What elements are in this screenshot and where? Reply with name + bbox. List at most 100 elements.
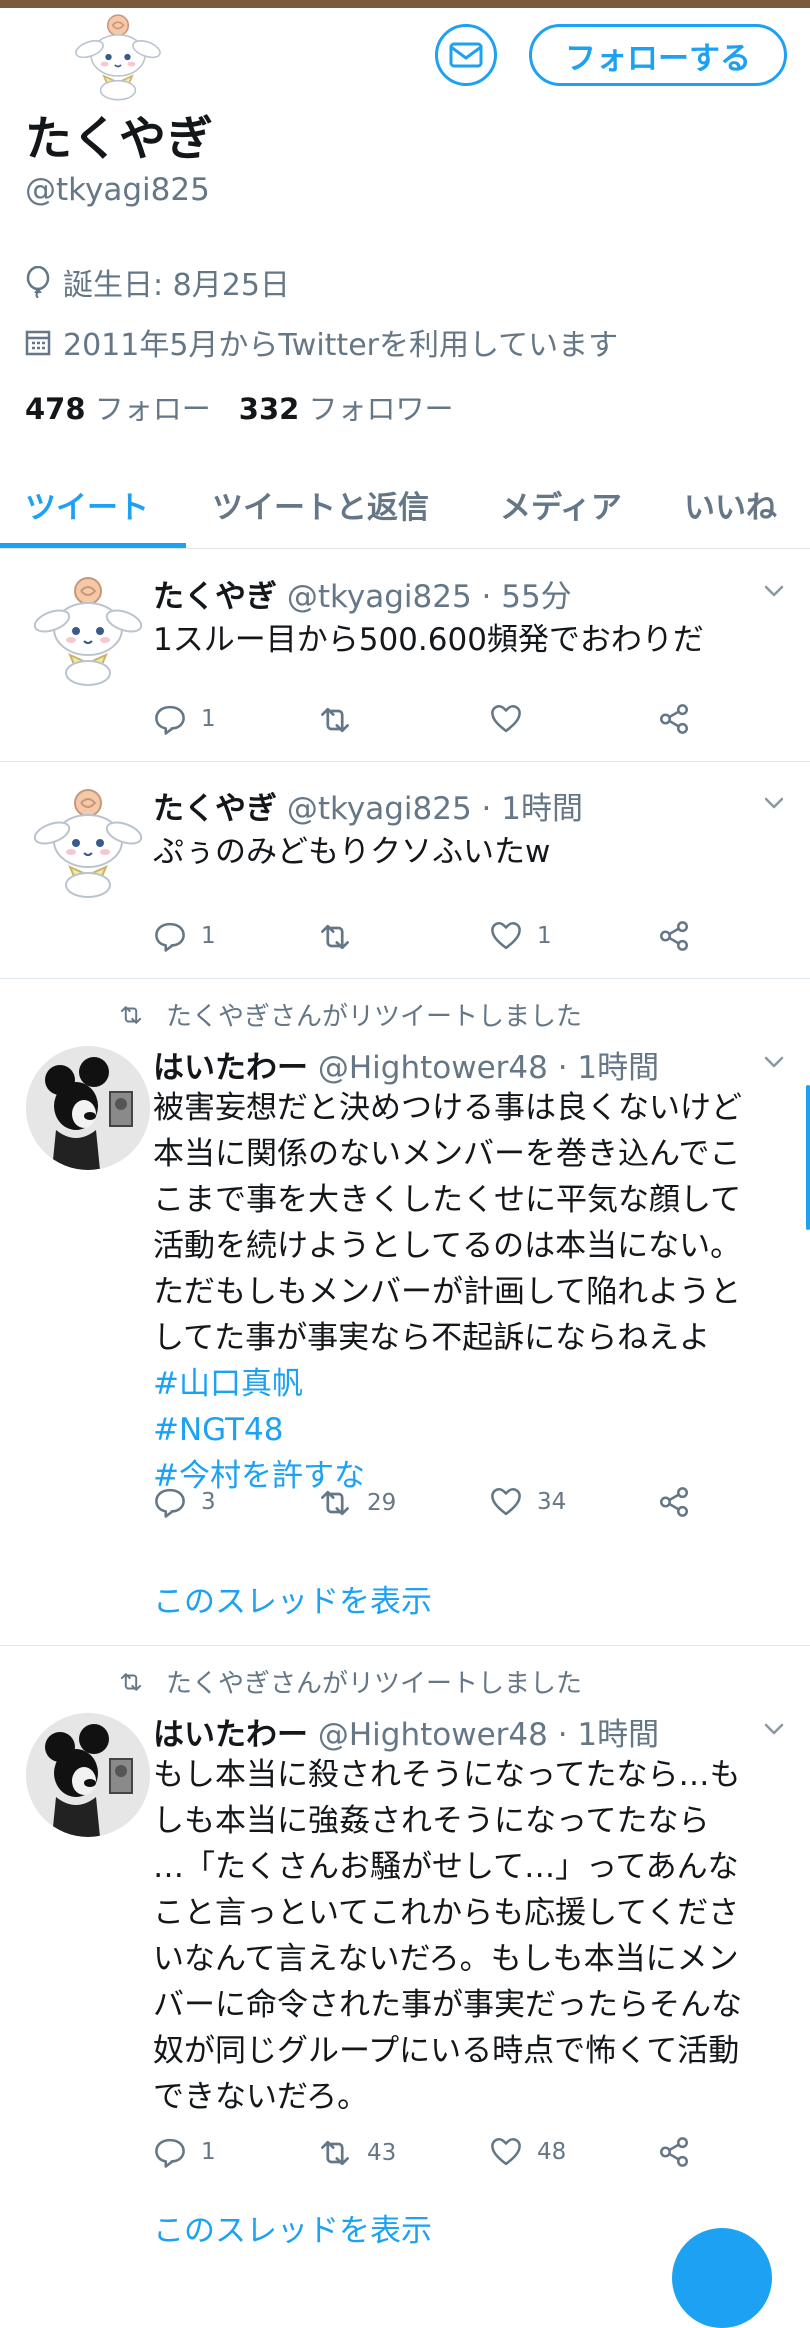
- mail-icon: [449, 42, 483, 68]
- tweet-text-line: 奴が同じグループにいる時点で怖くて活動: [153, 2033, 740, 2069]
- tweet-actions: 3 29 34: [153, 1485, 713, 1525]
- tweet-item[interactable]: たくやぎ @tkyagi825 · 1時間 ぷぅのみどもりクソふいたw 1 1: [0, 761, 810, 979]
- chevron-down-icon[interactable]: [762, 791, 786, 815]
- joined-row: 2011年5月からTwitterを利用しています: [25, 320, 618, 364]
- tweet-header: たくやぎ @tkyagi825 · 1時間: [153, 783, 583, 828]
- hashtag-link[interactable]: #NGT48: [153, 1407, 793, 1453]
- retweet-button[interactable]: [317, 919, 367, 955]
- reply-button[interactable]: 3: [153, 1485, 216, 1519]
- tab-tweets[interactable]: ツイート: [25, 482, 149, 527]
- tab-tweets-and-replies[interactable]: ツイートと返信: [212, 482, 429, 527]
- share-icon: [657, 702, 691, 736]
- tweet-author-name[interactable]: たくやぎ: [153, 791, 277, 827]
- birthday-row: 誕生日: 8月25日: [25, 260, 290, 304]
- retweet-button[interactable]: [317, 702, 367, 738]
- tweet-avatar[interactable]: [26, 781, 150, 905]
- tweet-text: 被害妄想だと決めつける事は良くないけど 本当に関係のないメンバーを巻き込んでこ …: [153, 1085, 793, 1499]
- like-button[interactable]: [489, 702, 537, 736]
- tweet-header: はいたわー @Hightower48 · 1時間: [153, 1709, 659, 1754]
- follow-counts: 478 フォロー 332 フォロワー: [25, 386, 454, 428]
- like-count: 48: [537, 2139, 567, 2165]
- following-link[interactable]: 478 フォロー: [25, 392, 211, 426]
- chevron-down-icon[interactable]: [762, 1717, 786, 1741]
- balloon-icon: [26, 266, 50, 298]
- tweet-actions: 1 43 48: [153, 2135, 713, 2175]
- birthday-text: 誕生日: 8月25日: [63, 268, 290, 303]
- heart-icon: [489, 2135, 523, 2169]
- tweet-text-line: ぷぅのみどもりクソふいたw: [153, 834, 551, 870]
- tweet-text-line: もし本当に殺されそうになってたなら…も: [153, 1757, 741, 1793]
- reply-icon: [153, 919, 187, 953]
- show-thread-link[interactable]: このスレッドを表示: [153, 1576, 432, 1621]
- reply-button[interactable]: 1: [153, 702, 216, 736]
- reply-count: 1: [201, 2139, 216, 2165]
- reply-icon: [153, 702, 187, 736]
- tweet-meta: @tkyagi825 · 55分: [286, 579, 572, 615]
- tweet-author-name[interactable]: たくやぎ: [153, 579, 277, 615]
- hashtag-link[interactable]: #山口真帆: [153, 1361, 793, 1407]
- tweet-avatar[interactable]: [26, 569, 150, 693]
- heart-icon: [489, 702, 523, 736]
- like-count: 1: [537, 923, 552, 949]
- tweet-text: もし本当に殺されそうになってたなら…も しも本当に強姦されそうになってたなら ……: [153, 1752, 793, 2120]
- tweet-text-line: 被害妄想だと決めつける事は良くないけど: [153, 1090, 742, 1126]
- tweet-text-line: バーに命令された事が事実だったらそんな: [153, 1987, 742, 2023]
- tweet-item[interactable]: たくやぎさんがリツイートしました はいたわー @Hightower48 · 1時…: [0, 978, 810, 1646]
- tab-likes[interactable]: いいね: [684, 482, 777, 527]
- like-button[interactable]: 34: [489, 1485, 566, 1519]
- chevron-down-icon[interactable]: [762, 579, 786, 603]
- tweet-item[interactable]: たくやぎ @tkyagi825 · 55分 1スルー目から500.600頻発でお…: [0, 549, 810, 762]
- like-button[interactable]: 48: [489, 2135, 566, 2169]
- share-button[interactable]: [657, 919, 691, 953]
- retweet-context: たくやぎさんがリツイートしました: [118, 996, 582, 1033]
- tweet-avatar[interactable]: [26, 1046, 150, 1170]
- share-icon: [657, 1485, 691, 1519]
- tweet-avatar[interactable]: [26, 1713, 150, 1837]
- follow-button[interactable]: フォローする: [529, 24, 787, 86]
- followers-link[interactable]: 332 フォロワー: [239, 392, 454, 426]
- followers-label: フォロワー: [308, 392, 454, 426]
- share-button[interactable]: [657, 2135, 691, 2169]
- retweet-button[interactable]: 29: [317, 1485, 396, 1521]
- tweet-meta: @Hightower48 · 1時間: [317, 1050, 660, 1086]
- tweet-item[interactable]: たくやぎさんがリツイートしました はいたわー @Hightower48 · 1時…: [0, 1645, 810, 2263]
- show-thread-link[interactable]: このスレッドを表示: [153, 2205, 432, 2250]
- share-icon: [657, 2135, 691, 2169]
- tweet-text: ぷぅのみどもりクソふいたw: [153, 829, 793, 875]
- scrollbar[interactable]: [806, 1085, 810, 1230]
- tweet-meta: @Hightower48 · 1時間: [317, 1717, 660, 1753]
- tab-media[interactable]: メディア: [500, 482, 622, 527]
- tweet-text-line: ただもしもメンバーが計画して陥れようと: [153, 1274, 742, 1310]
- tweet-author-name[interactable]: はいたわー: [153, 1717, 308, 1753]
- reply-icon: [153, 2135, 187, 2169]
- retweet-count: 43: [367, 2140, 397, 2166]
- share-icon: [657, 919, 691, 953]
- reply-icon: [153, 1485, 187, 1519]
- reply-count: 1: [201, 706, 216, 732]
- reply-button[interactable]: 1: [153, 919, 216, 953]
- retweet-icon: [317, 919, 353, 955]
- profile-avatar[interactable]: [58, 8, 178, 106]
- tweet-text: 1スルー目から500.600頻発でおわりだ: [153, 617, 793, 663]
- following-label: フォロー: [94, 392, 211, 426]
- tweet-text-line: こと言っといてこれからも応援してくださ: [153, 1895, 740, 1931]
- share-button[interactable]: [657, 1485, 691, 1519]
- retweet-icon: [118, 1669, 144, 1695]
- tweet-author-name[interactable]: はいたわー: [153, 1050, 308, 1086]
- top-banner-strip: [0, 0, 810, 8]
- retweet-icon: [317, 1485, 353, 1521]
- like-button[interactable]: 1: [489, 919, 552, 953]
- tweet-text-line: 活動を続けようとしてるのは本当にない。: [153, 1228, 742, 1264]
- retweet-context: たくやぎさんがリツイートしました: [118, 1663, 582, 1700]
- profile-tabs: ツイート ツイートと返信 メディア いいね: [0, 470, 810, 549]
- heart-icon: [489, 919, 523, 953]
- message-button[interactable]: [435, 24, 497, 86]
- tweet-text-line: してた事が事実なら不起訴にならねえよ: [153, 1320, 711, 1356]
- share-button[interactable]: [657, 702, 691, 736]
- compose-button[interactable]: [672, 2228, 772, 2328]
- chevron-down-icon[interactable]: [762, 1050, 786, 1074]
- retweet-button[interactable]: 43: [317, 2135, 396, 2171]
- profile-name: たくやぎ: [25, 112, 213, 167]
- reply-button[interactable]: 1: [153, 2135, 216, 2169]
- retweet-icon: [317, 702, 353, 738]
